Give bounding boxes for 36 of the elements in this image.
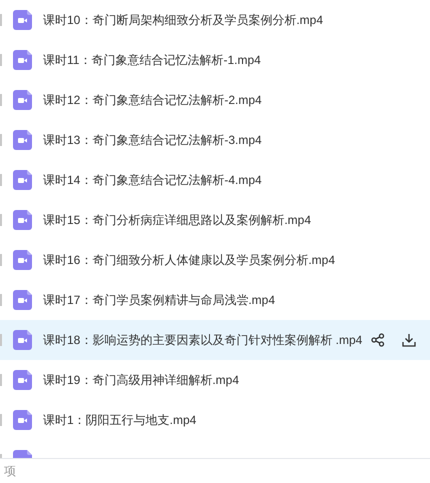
file-name[interactable]: 课时18：影响运势的主要因素以及奇门针对性案例解析 .mp4 (43, 331, 362, 349)
file-name[interactable]: 课时12：奇门象意结合记忆法解析-2.mp4 (43, 91, 262, 109)
item-count: 项 (4, 463, 16, 480)
video-file-icon (13, 210, 32, 230)
video-file-icon (13, 370, 32, 390)
file-row[interactable]: 课时16：奇门细致分析人体健康以及学员案例分析.mp4 (0, 240, 430, 280)
file-row[interactable]: 课时1：阴阳五行与地支.mp4 (0, 400, 430, 440)
video-file-icon (13, 290, 32, 310)
file-name[interactable]: 课时14：奇门象意结合记忆法解析-4.mp4 (43, 171, 262, 189)
file-row[interactable]: 课时18：影响运势的主要因素以及奇门针对性案例解析 .mp4 (0, 320, 430, 360)
file-name[interactable]: 课时17：奇门学员案例精讲与命局浅尝.mp4 (43, 291, 276, 309)
file-name[interactable]: 课时15：奇门分析病症详细思路以及案例解析.mp4 (43, 211, 312, 229)
file-row[interactable]: 课时17：奇门学员案例精讲与命局浅尝.mp4 (0, 280, 430, 320)
file-row[interactable]: 课时11：奇门象意结合记忆法解析-1.mp4 (0, 40, 430, 80)
file-row[interactable]: 课时14：奇门象意结合记忆法解析-4.mp4 (0, 160, 430, 200)
file-name[interactable]: 课时19：奇门高级用神详细解析.mp4 (43, 371, 240, 389)
file-name[interactable]: 课时13：奇门象意结合记忆法解析-3.mp4 (43, 131, 262, 149)
video-file-icon (13, 250, 32, 270)
file-row[interactable]: 课时12：奇门象意结合记忆法解析-2.mp4 (0, 80, 430, 120)
file-name[interactable]: 课时1：阴阳五行与地支.mp4 (43, 411, 196, 429)
share-icon[interactable] (371, 333, 385, 347)
video-file-icon (13, 330, 32, 350)
video-file-icon (13, 50, 32, 70)
file-row[interactable]: 课时15：奇门分析病症详细思路以及案例解析.mp4 (0, 200, 430, 240)
download-icon[interactable] (402, 333, 416, 347)
video-file-icon (13, 410, 32, 430)
file-row[interactable]: 课时10：奇门断局架构细致分析及学员案例分析.mp4 (0, 0, 430, 40)
video-file-icon (13, 130, 32, 150)
file-name[interactable]: 课时10：奇门断局架构细致分析及学员案例分析.mp4 (43, 11, 324, 29)
file-name[interactable]: 课时16：奇门细致分析人体健康以及学员案例分析.mp4 (43, 251, 336, 269)
video-file-icon (13, 170, 32, 190)
file-row[interactable]: 课时13：奇门象意结合记忆法解析-3.mp4 (0, 120, 430, 160)
video-file-icon (13, 90, 32, 110)
file-row[interactable]: 课时19：奇门高级用神详细解析.mp4 (0, 360, 430, 400)
file-name[interactable]: 课时11：奇门象意结合记忆法解析-1.mp4 (43, 51, 261, 69)
video-file-icon (13, 10, 32, 30)
